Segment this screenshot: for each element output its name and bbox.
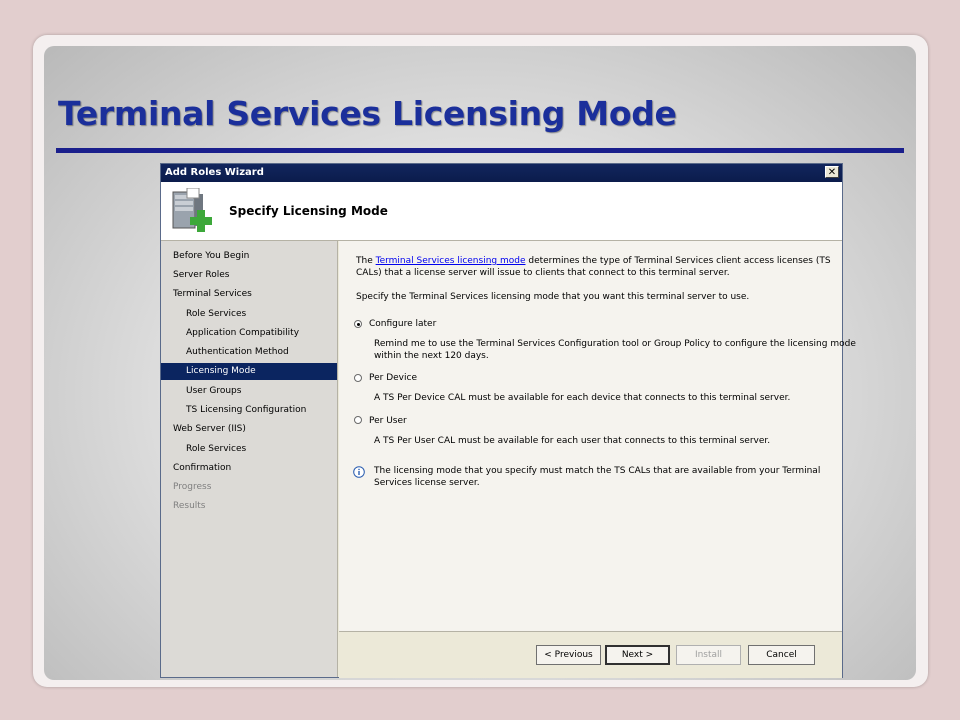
nav-item-user-groups[interactable]: User Groups: [161, 383, 337, 400]
cancel-button[interactable]: Cancel: [748, 645, 815, 665]
nav-item-label: Terminal Services: [173, 289, 252, 299]
nav-item-server-roles[interactable]: Server Roles: [161, 267, 337, 284]
nav-item-label: Progress: [173, 482, 212, 492]
nav-item-results: Results: [161, 498, 337, 515]
nav-item-authentication-method[interactable]: Authentication Method: [161, 344, 337, 361]
window-titlebar[interactable]: Add Roles Wizard ✕: [161, 164, 842, 182]
page-heading: Specify Licensing Mode: [229, 204, 388, 218]
slide-title: Terminal Services Licensing Mode: [58, 94, 677, 133]
per-user-description: A TS Per User CAL must be available for …: [374, 436, 771, 446]
licensing-note: The licensing mode that you specify must…: [374, 465, 820, 489]
close-button[interactable]: ✕: [825, 166, 839, 178]
nav-item-label: User Groups: [186, 386, 242, 396]
per-device-label[interactable]: Per Device: [369, 372, 417, 384]
nav-item-label: Application Compatibility: [186, 328, 300, 338]
intro-line2: CALs) that a license server will issue t…: [356, 268, 730, 278]
nav-item-label: Results: [173, 501, 206, 511]
note-line-1: The licensing mode that you specify must…: [374, 466, 821, 476]
close-icon: ✕: [827, 167, 837, 178]
per-device-description: A TS Per Device CAL must be available fo…: [374, 393, 791, 403]
nav-item-label: Role Services: [186, 444, 247, 454]
intro-prefix: The: [356, 256, 376, 266]
nav-item-label: Before You Begin: [173, 251, 250, 261]
licensing-mode-link[interactable]: Terminal Services licensing mode: [376, 256, 526, 266]
title-rule: [56, 148, 904, 153]
configure-later-description: Remind me to use the Terminal Services C…: [374, 338, 856, 362]
next-button[interactable]: Next >: [605, 645, 670, 665]
info-icon: [353, 466, 365, 478]
nav-item-ts-licensing-configuration[interactable]: TS Licensing Configuration: [161, 402, 337, 419]
nav-item-iis-role-services[interactable]: Role Services: [161, 441, 337, 458]
note-line-2: Services license server.: [374, 478, 480, 488]
add-roles-wizard-window: Add Roles Wizard ✕ Specify Licensing Mod…: [160, 163, 856, 678]
nav-item-terminal-services[interactable]: Terminal Services: [161, 286, 337, 303]
nav-item-label: Confirmation: [173, 463, 232, 473]
nav-item-before-you-begin[interactable]: Before You Begin: [161, 248, 337, 265]
nav-item-role-services[interactable]: Role Services: [161, 306, 337, 323]
nav-item-confirmation[interactable]: Confirmation: [161, 460, 337, 477]
window-title: Add Roles Wizard: [165, 167, 264, 178]
per-user-label[interactable]: Per User: [369, 415, 407, 427]
per-user-radio[interactable]: [354, 416, 362, 424]
intro-paragraph: The Terminal Services licensing mode det…: [356, 255, 836, 279]
server-add-icon: [172, 188, 212, 232]
configure-later-desc-2: within the next 120 days.: [374, 351, 489, 361]
nav-item-label: Role Services: [186, 309, 247, 319]
configure-later-radio[interactable]: [354, 320, 362, 328]
wizard-header: Specify Licensing Mode: [161, 182, 842, 241]
nav-item-label: Server Roles: [173, 270, 230, 280]
nav-item-application-compatibility[interactable]: Application Compatibility: [161, 325, 337, 342]
previous-button[interactable]: < Previous: [536, 645, 601, 665]
wizard-content: The Terminal Services licensing mode det…: [339, 241, 856, 631]
wizard-footer: < Previous Next > Install Cancel: [339, 631, 842, 678]
nav-item-web-server-iis[interactable]: Web Server (IIS): [161, 421, 337, 438]
nav-item-licensing-mode[interactable]: Licensing Mode: [161, 363, 337, 380]
configure-later-label[interactable]: Configure later: [369, 318, 436, 330]
nav-item-label: Licensing Mode: [186, 366, 256, 376]
instruction-text: Specify the Terminal Services licensing …: [356, 292, 750, 302]
intro-suffix: determines the type of Terminal Services…: [525, 256, 831, 266]
nav-item-label: Authentication Method: [186, 347, 289, 357]
wizard-nav: Before You Begin Server Roles Terminal S…: [161, 241, 338, 677]
install-button: Install: [676, 645, 741, 665]
nav-item-progress: Progress: [161, 479, 337, 496]
nav-item-label: TS Licensing Configuration: [186, 405, 307, 415]
nav-item-label: Web Server (IIS): [173, 424, 246, 434]
per-device-radio[interactable]: [354, 374, 362, 382]
configure-later-desc-1: Remind me to use the Terminal Services C…: [374, 339, 856, 349]
